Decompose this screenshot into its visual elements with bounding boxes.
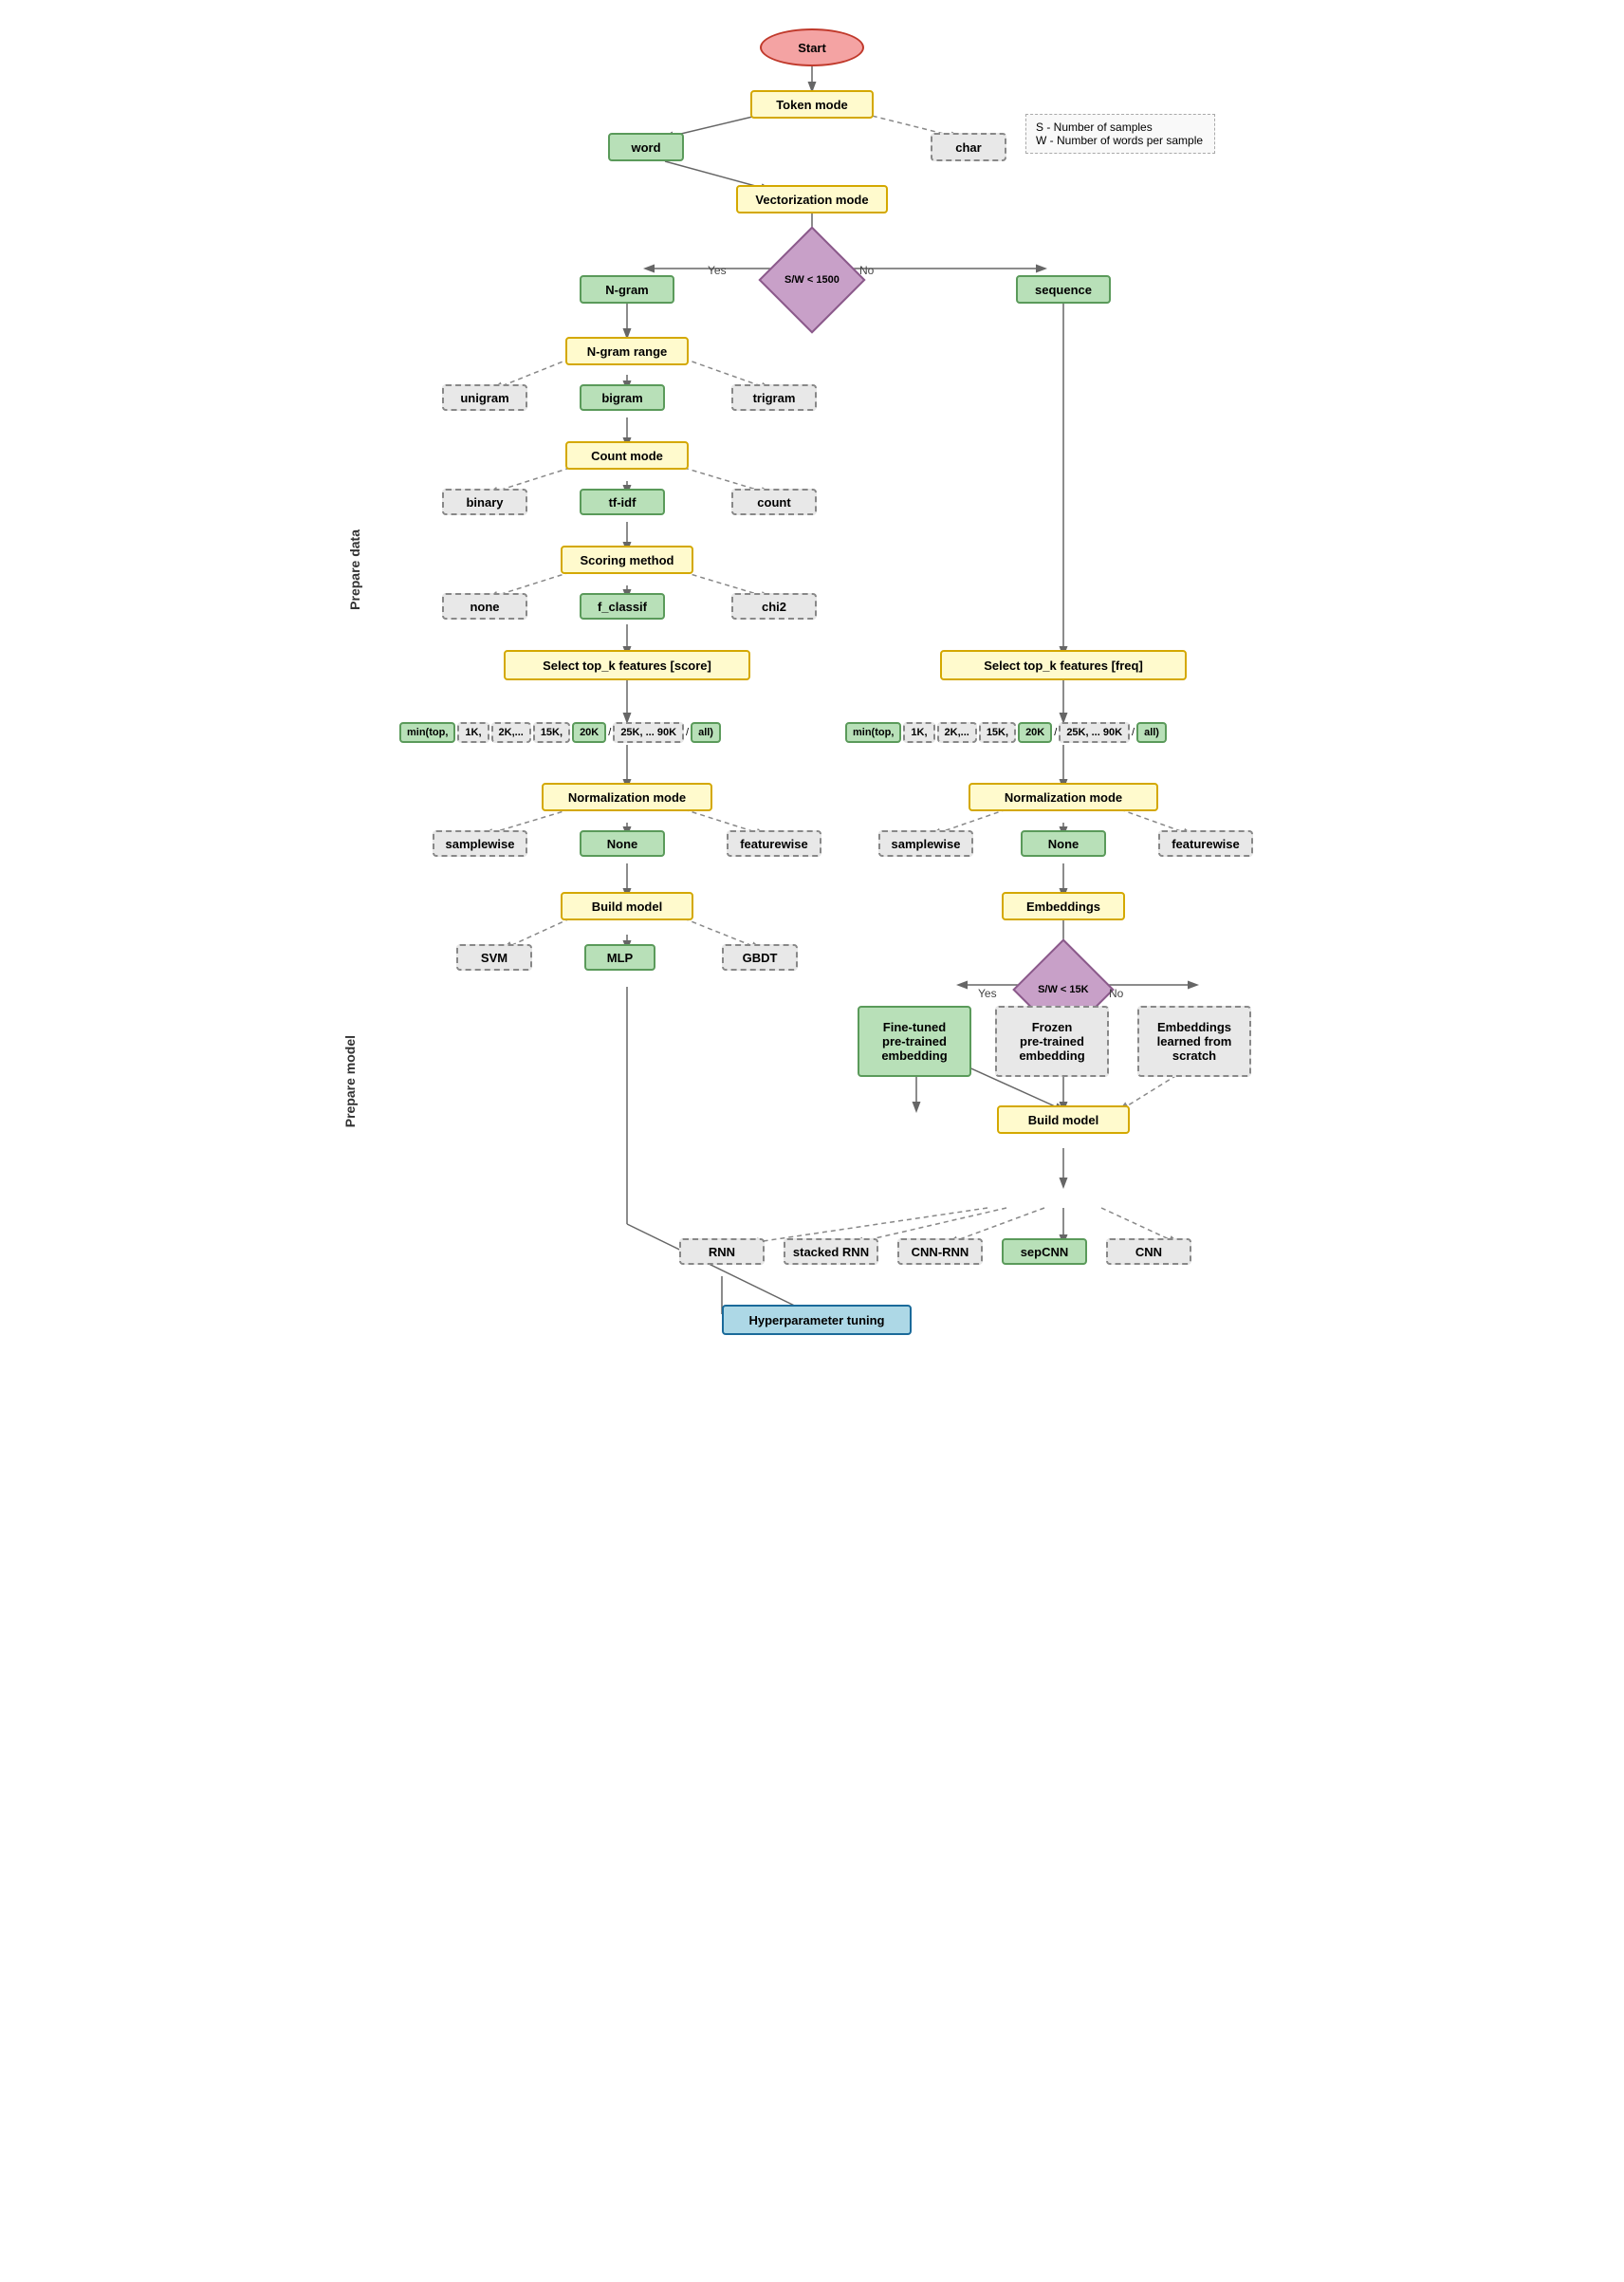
cnn-node: CNN xyxy=(1106,1238,1191,1265)
frozen-node: Frozen pre-trained embedding xyxy=(995,1006,1109,1077)
cnn-rnn-node: CNN-RNN xyxy=(897,1238,983,1265)
scratch-node: Embeddings learned from scratch xyxy=(1137,1006,1251,1077)
char-node: char xyxy=(931,133,1006,161)
count-node: count xyxy=(731,489,817,515)
trigram-node: trigram xyxy=(731,384,817,411)
featurewise-right-node: featurewise xyxy=(1158,830,1253,857)
sepcnn-node: sepCNN xyxy=(1002,1238,1087,1265)
build-model-left-node: Build model xyxy=(561,892,693,920)
binary-node: binary xyxy=(442,489,527,515)
diagram-container: S - Number of samples W - Number of word… xyxy=(380,0,1244,2182)
legend-line2: W - Number of words per sample xyxy=(1036,134,1205,147)
prepare-data-label: Prepare data xyxy=(328,275,380,863)
norm-mode-left-node: Normalization mode xyxy=(542,783,712,811)
yes2-label: Yes xyxy=(978,987,997,1000)
none-node: none xyxy=(442,593,527,620)
hyperparameter-node: Hyperparameter tuning xyxy=(722,1305,912,1335)
none-right-node: None xyxy=(1021,830,1106,857)
sw-1500-diamond: S/W < 1500 xyxy=(758,226,865,333)
none-left-node: None xyxy=(580,830,665,857)
featurewise-left-node: featurewise xyxy=(727,830,821,857)
token-mode-node: Token mode xyxy=(750,90,874,119)
samplewise-right-node: samplewise xyxy=(878,830,973,857)
ngram-range-node: N-gram range xyxy=(565,337,689,365)
samplewise-left-node: samplewise xyxy=(433,830,527,857)
rnn-node: RNN xyxy=(679,1238,765,1265)
chi2-node: chi2 xyxy=(731,593,817,620)
start-node: Start xyxy=(760,28,864,66)
fine-tuned-node: Fine-tuned pre-trained embedding xyxy=(858,1006,971,1077)
no2-label: No xyxy=(1109,987,1123,1000)
embeddings-node: Embeddings xyxy=(1002,892,1125,920)
top-k-left: min(top, 1K, 2K,... 15K, 20K / 25K, ... … xyxy=(399,718,798,747)
f-classif-node: f_classif xyxy=(580,593,665,620)
top-k-right: min(top, 1K, 2K,... 15K, 20K / 25K, ... … xyxy=(845,718,1234,747)
select-top-k-freq-node: Select top_k features [freq] xyxy=(940,650,1187,680)
ngram-node: N-gram xyxy=(580,275,674,304)
unigram-node: unigram xyxy=(442,384,527,411)
vectorization-mode-node: Vectorization mode xyxy=(736,185,888,213)
build-model-right-node: Build model xyxy=(997,1105,1130,1134)
sequence-node: sequence xyxy=(1016,275,1111,304)
tfidf-node: tf-idf xyxy=(580,489,665,515)
count-mode-node: Count mode xyxy=(565,441,689,470)
gbdt-node: GBDT xyxy=(722,944,798,971)
legend-line1: S - Number of samples xyxy=(1036,121,1205,134)
norm-mode-right-node: Normalization mode xyxy=(969,783,1158,811)
stacked-rnn-node: stacked RNN xyxy=(784,1238,878,1265)
bigram-node: bigram xyxy=(580,384,665,411)
mlp-node: MLP xyxy=(584,944,655,971)
legend-box: S - Number of samples W - Number of word… xyxy=(1025,114,1215,154)
yes1-label: Yes xyxy=(708,264,727,277)
no1-label: No xyxy=(859,264,874,277)
prepare-model-label: Prepare model xyxy=(323,892,376,1271)
select-top-k-score-node: Select top_k features [score] xyxy=(504,650,750,680)
word-node: word xyxy=(608,133,684,161)
svm-node: SVM xyxy=(456,944,532,971)
scoring-method-node: Scoring method xyxy=(561,546,693,574)
